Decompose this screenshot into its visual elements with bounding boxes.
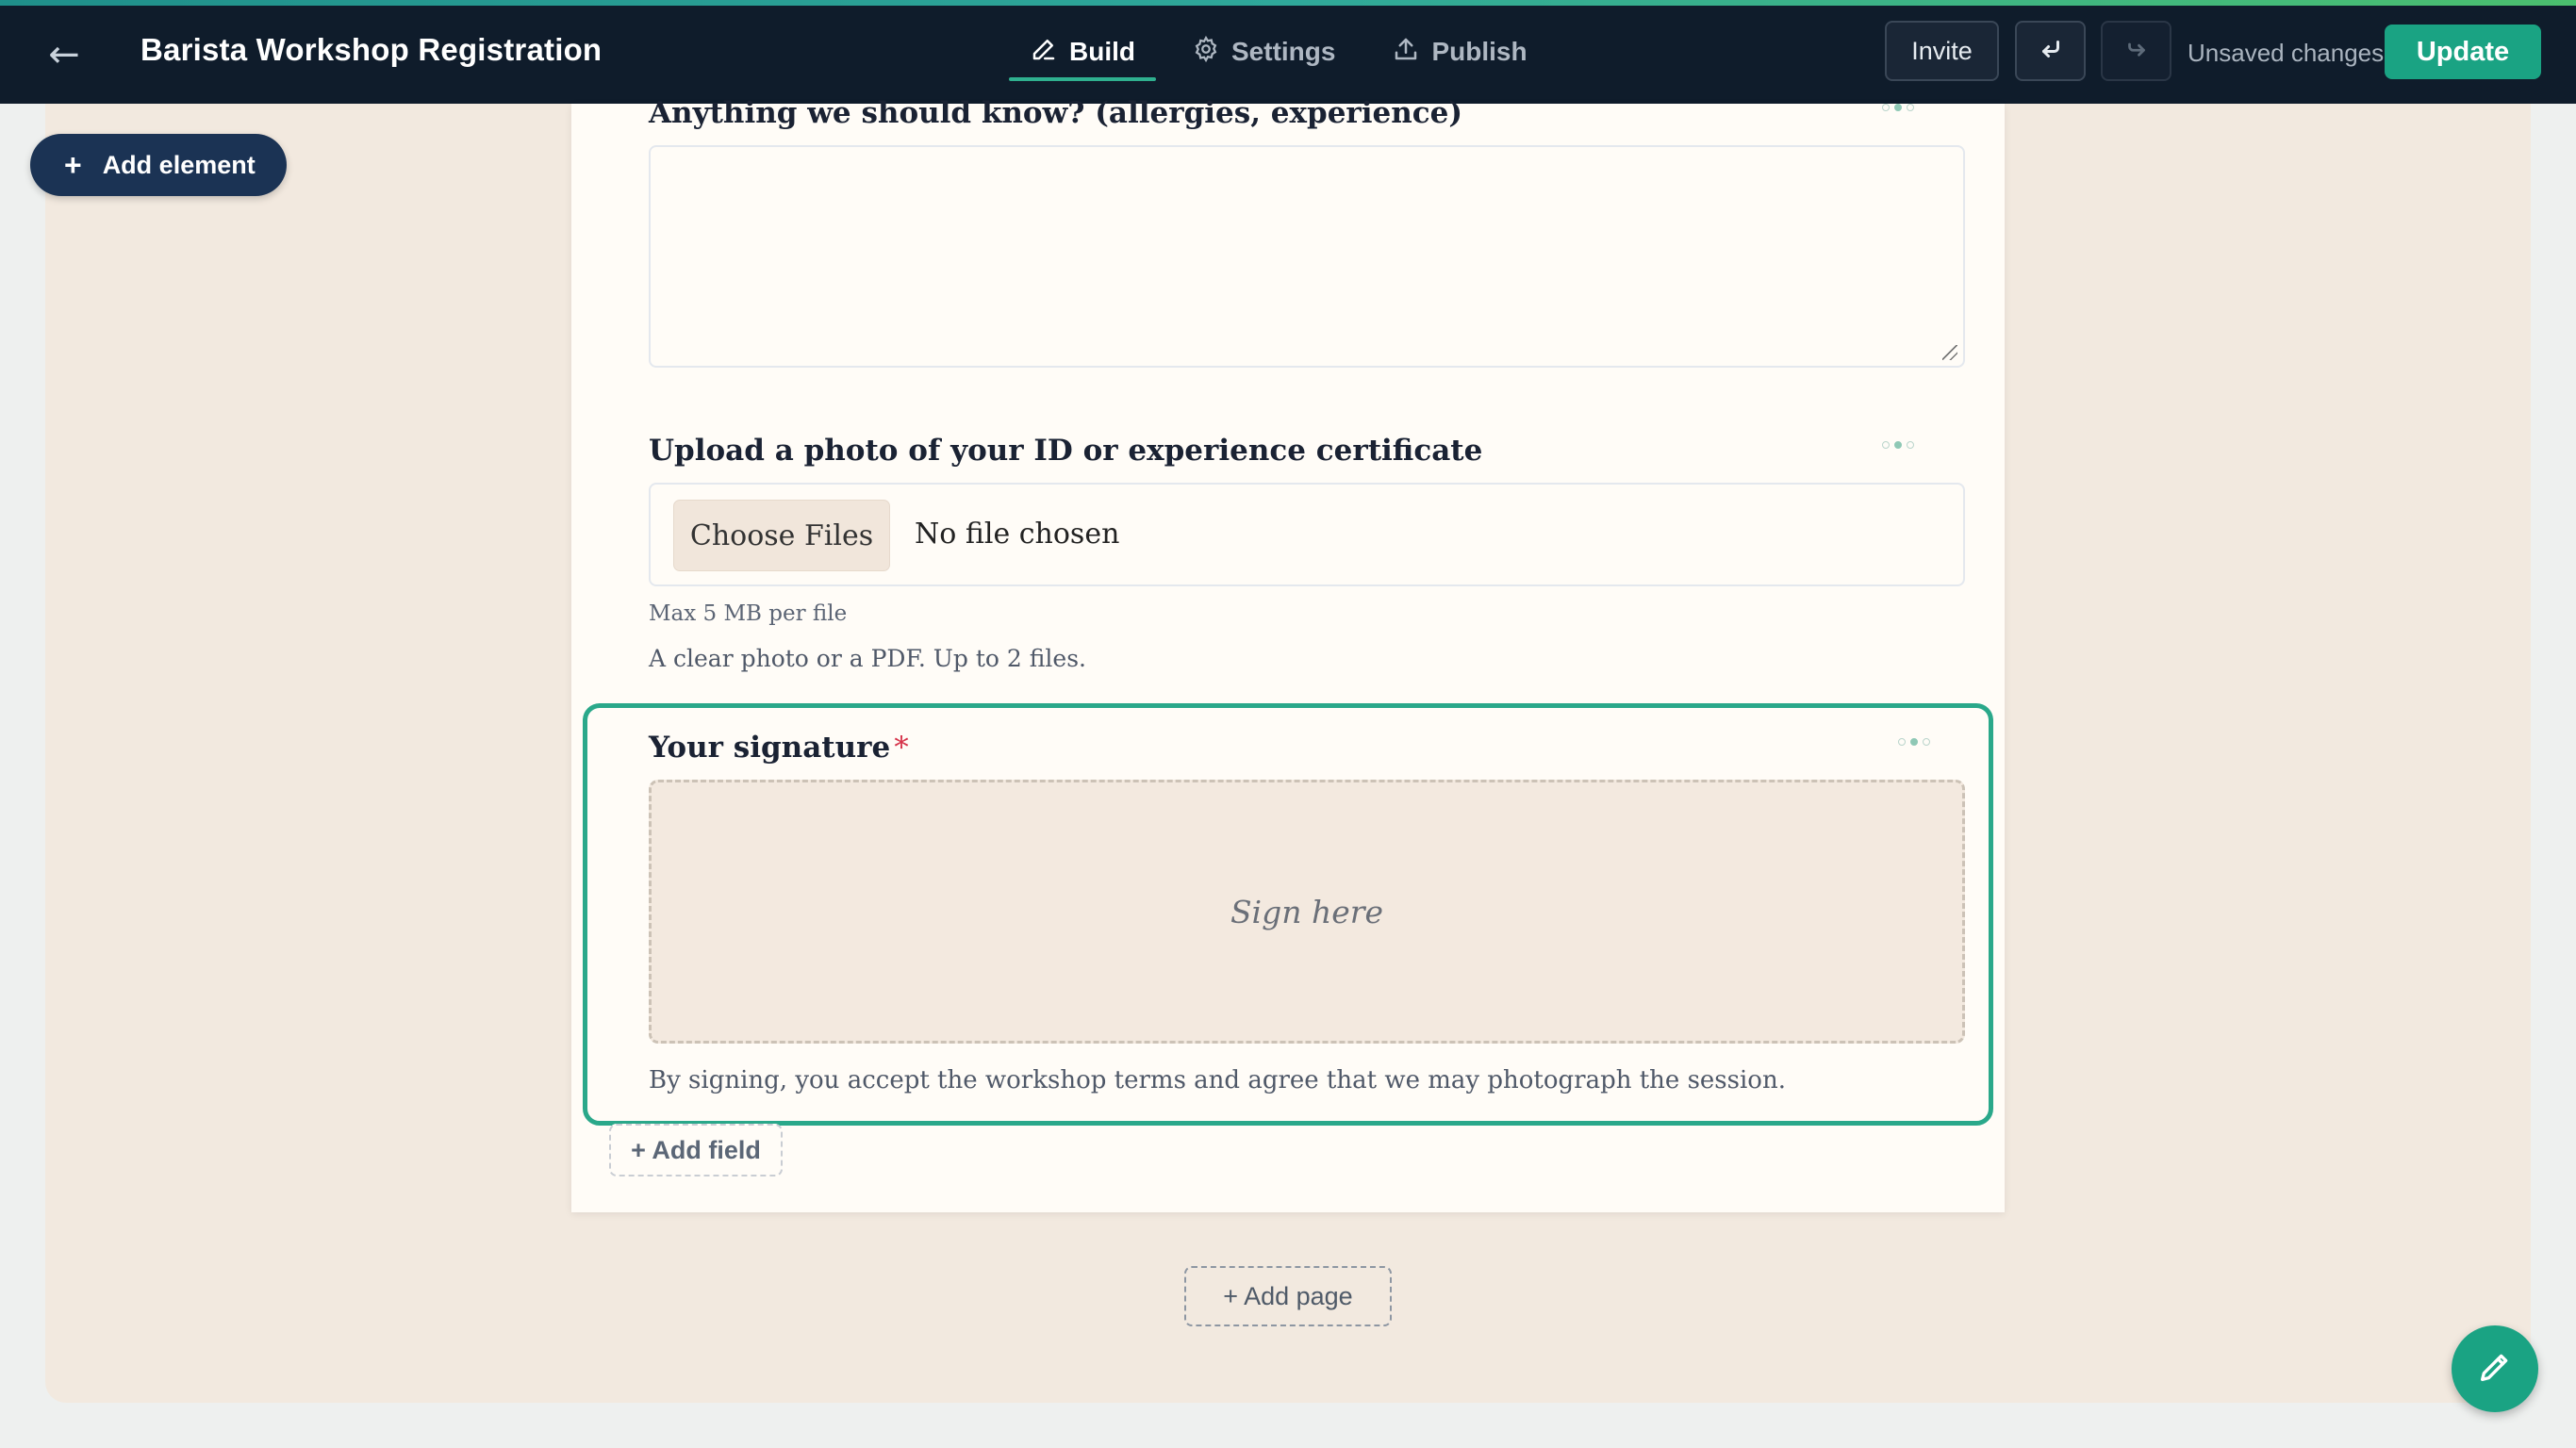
field-options-icon[interactable] [1882,104,1914,111]
pencil-icon [2476,1348,2514,1390]
pencil-icon [1030,35,1058,70]
file-size-hint: Max 5 MB per file [649,601,848,626]
form-title: Barista Workshop Registration [140,32,603,67]
tab-settings[interactable]: Settings [1171,0,1356,104]
resize-handle-icon[interactable] [1942,345,1957,360]
tab-build[interactable]: Build [1009,0,1156,104]
field-label: Upload a photo of your ID or experience … [649,434,1483,468]
add-element-button[interactable]: + Add element [30,134,287,196]
arrow-left-icon: ← [48,33,80,76]
form-page-card: Anything we should know? (allergies, exp… [571,96,2005,1212]
field-label: Anything we should know? (allergies, exp… [649,96,1463,130]
file-status-text: No file chosen [915,518,1120,551]
choose-files-button[interactable]: Choose Files [673,500,890,571]
redo-button[interactable] [2101,21,2171,81]
signature-field-selected[interactable]: Your signature * Sign here By signing, yo… [583,703,1993,1126]
back-button[interactable]: ← [45,36,83,74]
update-button[interactable]: Update [2385,25,2541,79]
add-page-button[interactable]: + Add page [1184,1266,1392,1326]
save-status: Unsaved changes [2188,39,2385,67]
invite-button[interactable]: Invite [1885,21,1999,81]
tab-publish[interactable]: Publish [1371,0,1547,104]
tab-bar: Build Settings Publish [1009,0,1563,104]
required-marker: * [894,731,909,765]
add-element-label: Add element [102,150,256,179]
undo-button[interactable] [2015,21,2086,81]
notes-textarea[interactable] [649,145,1965,368]
file-upload-field: Choose Files No file chosen [649,483,1965,586]
upload-icon [1392,35,1420,70]
top-bar: ← Barista Workshop Registration Build Se… [0,0,2576,104]
field-label: Your signature * [649,731,909,765]
field-help-text: A clear photo or a PDF. Up to 2 files. [649,645,1086,672]
redo-icon [2122,35,2151,68]
undo-icon [2037,35,2065,68]
field-help-text: By signing, you accept the workshop term… [649,1066,1786,1094]
add-field-button[interactable]: + Add field [609,1124,783,1176]
field-options-icon[interactable] [1898,738,1930,746]
tab-label: Settings [1231,37,1336,66]
plus-icon: + [64,148,82,182]
signature-pad[interactable]: Sign here [649,780,1965,1044]
signature-placeholder: Sign here [1230,893,1384,930]
gear-icon [1192,35,1220,70]
edit-fab-button[interactable] [2452,1325,2538,1412]
tab-label: Build [1069,37,1135,66]
tab-label: Publish [1431,37,1527,66]
field-options-icon[interactable] [1882,441,1914,449]
